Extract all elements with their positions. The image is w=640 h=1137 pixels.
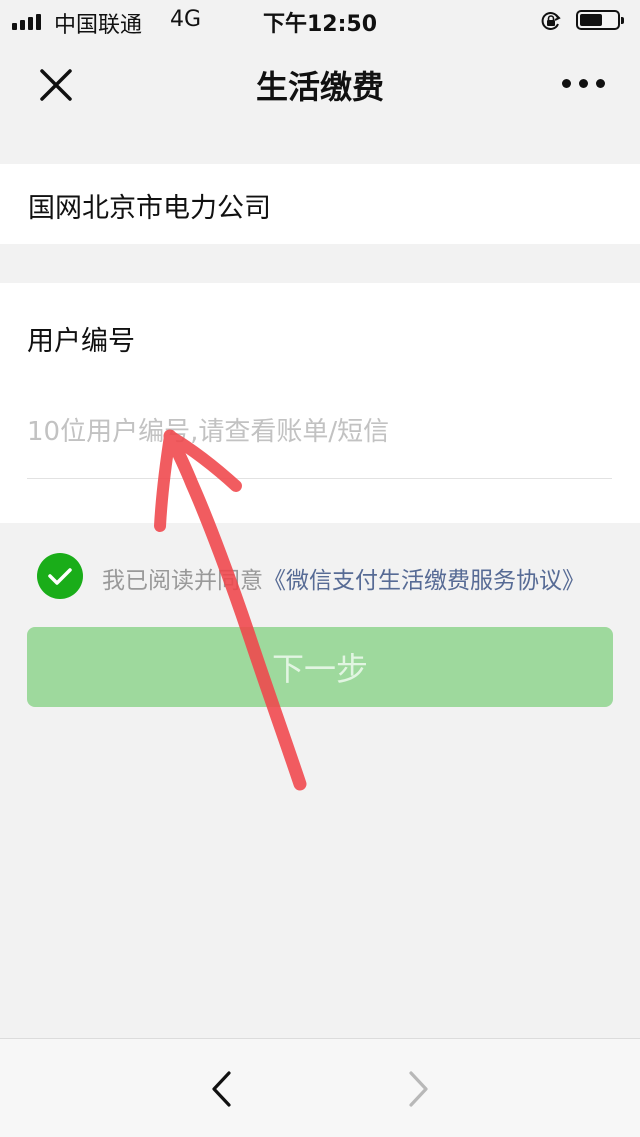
checkmark-icon	[48, 568, 72, 585]
chevron-right-icon[interactable]	[396, 1067, 440, 1111]
input-underline	[27, 478, 612, 479]
agreement-link[interactable]: 《微信支付生活缴费服务协议》	[263, 568, 585, 594]
battery-icon	[576, 10, 624, 30]
nav-bar: 生活缴费	[0, 40, 640, 128]
agreement-prefix: 我已阅读并同意	[102, 568, 263, 594]
next-button[interactable]: 下一步	[27, 627, 613, 707]
account-number-input[interactable]	[27, 407, 612, 457]
agreement-checkbox[interactable]	[37, 553, 83, 599]
bottom-toolbar	[0, 1038, 640, 1137]
chevron-left-icon[interactable]	[200, 1067, 244, 1111]
company-name: 国网北京市电力公司	[28, 193, 271, 224]
account-card: 用户编号	[0, 283, 640, 523]
rotation-lock-icon	[541, 12, 561, 30]
more-icon[interactable]	[552, 70, 614, 96]
status-bar: 中国联通 4G 下午12:50	[0, 0, 640, 40]
company-row: 国网北京市电力公司	[0, 164, 640, 244]
account-label: 用户编号	[27, 326, 135, 357]
agreement-text: 我已阅读并同意《微信支付生活缴费服务协议》	[102, 561, 585, 595]
page-title: 生活缴费	[255, 68, 384, 106]
